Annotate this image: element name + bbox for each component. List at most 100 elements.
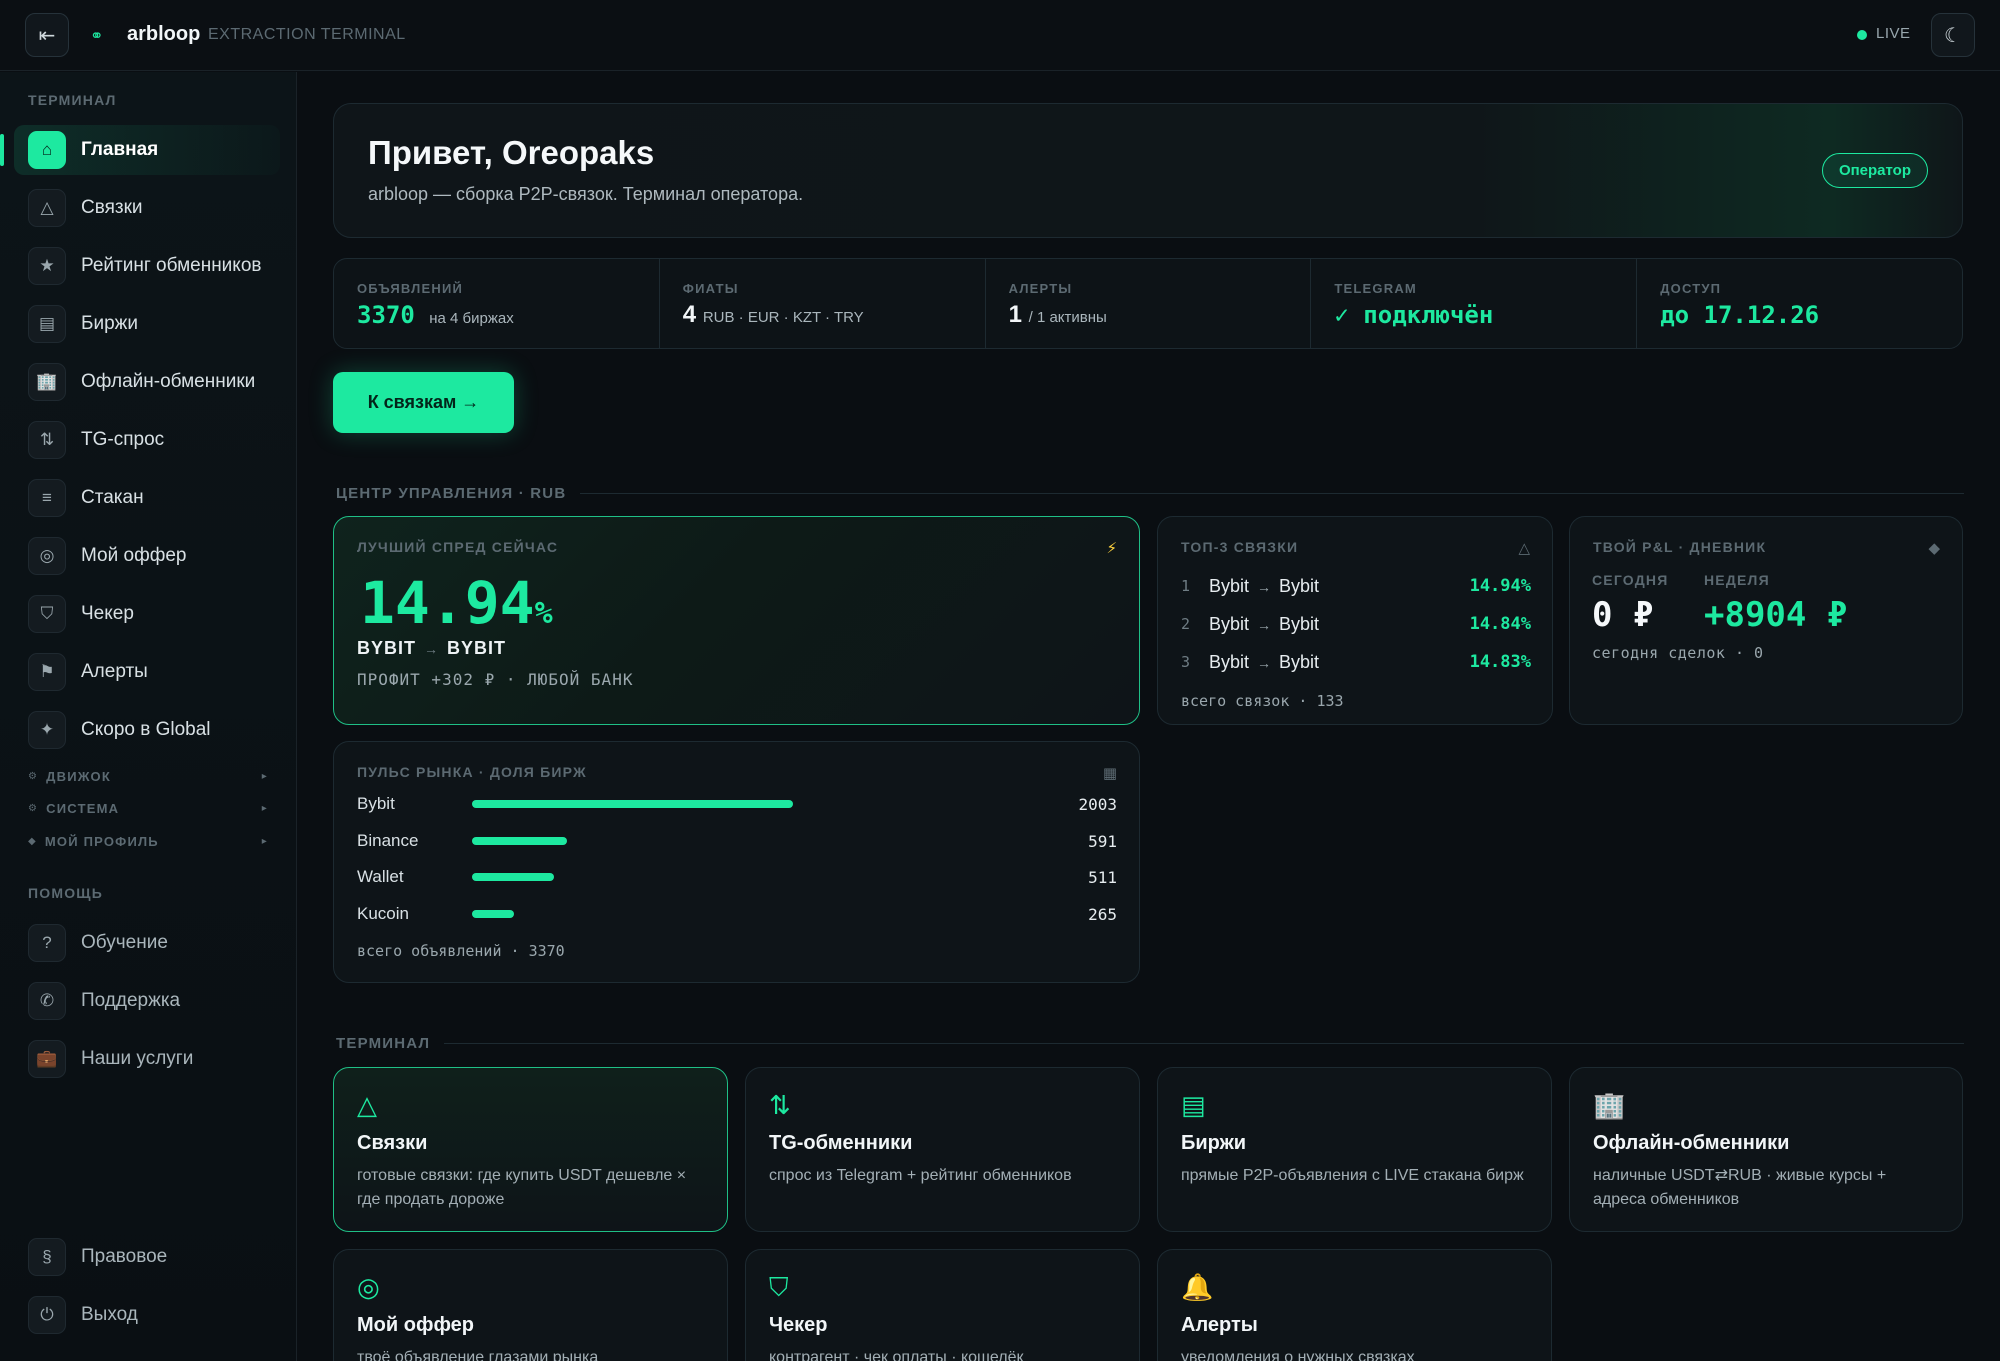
top3-row[interactable]: 1 Bybit → Bybit 14.94%: [1181, 574, 1531, 598]
role-badge: Оператор: [1821, 153, 1928, 188]
card-label: ТВОЙ P&L · ДНЕВНИК: [1593, 539, 1767, 555]
stat-note: / 1 активны: [1028, 309, 1107, 326]
tile-title: Связки: [357, 1132, 428, 1154]
sidebar-item-tg-demand[interactable]: ⇅ TG-спрос: [14, 415, 280, 465]
logo-icon: ⚭: [90, 28, 104, 45]
target-icon: ◎: [357, 1272, 380, 1302]
pulse-bar: [472, 837, 567, 845]
live-indicator-dot: [1857, 30, 1867, 40]
greeting-title: Привет, Oreopaks: [368, 134, 655, 171]
shield-icon: ⛉: [28, 595, 66, 633]
lightning-icon: ⚡: [1106, 540, 1117, 557]
live-indicator-label: LIVE: [1876, 25, 1911, 42]
moon-icon: ☾: [1944, 24, 1962, 47]
section-title-text: ТЕРМИНАЛ: [336, 1035, 431, 1052]
triangle-icon: △: [1518, 540, 1530, 557]
sidebar-item-tutorial[interactable]: ? Обучение: [14, 918, 280, 968]
sidebar-item-global[interactable]: ✦ Скоро в Global: [14, 705, 280, 755]
sidebar-section-help: ПОМОЩЬ: [28, 885, 104, 901]
section-title-text: ЦЕНТР УПРАВЛЕНИЯ · RUB: [336, 485, 567, 502]
pnl-deals-count: сегодня сделок · 0: [1592, 644, 1764, 662]
stat-fiats: ФИАТЫ 4 RUB · EUR · KZT · TRY: [660, 259, 986, 348]
stat-access: ДОСТУП до 17.12.26: [1637, 259, 1962, 348]
sidebar-item-label: Биржи: [81, 313, 138, 334]
brand-subtitle: EXTRACTION TERMINAL: [208, 26, 406, 43]
stats-strip: ОБЪЯВЛЕНИЙ 3370 на 4 биржах ФИАТЫ 4 RUB …: [333, 258, 1963, 349]
best-spread-value: 14.94%: [360, 569, 553, 637]
sidebar-item-exchanger-rating[interactable]: ★ Рейтинг обменников: [14, 241, 280, 291]
sidebar-item-label: Офлайн-обменники: [81, 371, 256, 392]
sidebar-item-alerts[interactable]: ⚑ Алерты: [14, 647, 280, 697]
lines-icon: ≡: [28, 479, 66, 517]
pnl-diary-card[interactable]: ТВОЙ P&L · ДНЕВНИК ◆ СЕГОДНЯ НЕДЕЛЯ 0 ₽ …: [1569, 516, 1963, 725]
sidebar-section-terminal: ТЕРМИНАЛ: [28, 92, 117, 108]
tile-title: Чекер: [769, 1314, 828, 1336]
stat-value: до 17.12.26: [1660, 301, 1820, 329]
best-spread-card[interactable]: ЛУЧШИЙ СПРЕД СЕЙЧАС ⚡ 14.94% BYBIT → BYBIT…: [333, 516, 1140, 725]
sidebar-item-support[interactable]: ✆ Поддержка: [14, 976, 280, 1026]
sidebar-item-bundles[interactable]: △ Связки: [14, 183, 280, 233]
tile-checker[interactable]: ⛉ Чекер контрагент · чек оплаты · кошелё…: [745, 1249, 1140, 1361]
divider: [444, 1043, 1964, 1044]
sidebar-item-label: Поддержка: [81, 990, 181, 1011]
sidebar-item-label: Обучение: [81, 932, 168, 953]
chevron-right-icon: ▸: [261, 802, 268, 814]
stat-value: ✓ подключён: [1334, 301, 1494, 329]
sidebar-item-exchanges[interactable]: ▤ Биржи: [14, 299, 280, 349]
top3-row[interactable]: 2 Bybit → Bybit 14.84%: [1181, 612, 1531, 636]
tile-title: TG-обменники: [769, 1132, 913, 1154]
brand-name: arbloop: [127, 23, 201, 45]
top-bar: ⇤ ⚭ arbloop EXTRACTION TERMINAL LIVE ☾: [0, 0, 2000, 71]
market-pulse-card[interactable]: ПУЛЬС РЫНКА · ДОЛЯ БИРЖ ▦ Bybit 2003 Bin…: [333, 741, 1140, 983]
bell-icon: 🔔: [1181, 1272, 1214, 1302]
shield-icon: ⛉: [769, 1272, 789, 1302]
control-center-title: ЦЕНТР УПРАВЛЕНИЯ · RUB: [336, 485, 1964, 502]
diamond-icon: ◆: [28, 835, 37, 847]
stat-listings: ОБЪЯВЛЕНИЙ 3370 на 4 биржах: [334, 259, 660, 348]
stat-note: RUB · EUR · KZT · TRY: [702, 309, 864, 326]
sidebar-item-checker[interactable]: ⛉ Чекер: [14, 589, 280, 639]
tile-offline-exchangers[interactable]: 🏢 Офлайн-обменники наличные USDT⇄RUB · ж…: [1569, 1067, 1963, 1232]
star-icon: ★: [28, 247, 66, 285]
sidebar-group-system[interactable]: ⚙ СИСТЕМА ▸: [28, 798, 268, 818]
diamond-icon: ◆: [1928, 540, 1940, 557]
tile-exchanges[interactable]: ▤ Биржи прямые P2P-объявления с LIVE ста…: [1157, 1067, 1552, 1232]
target-icon: ◎: [28, 537, 66, 575]
list-icon: ▤: [1181, 1090, 1206, 1120]
tile-description: готовые связки: где купить USDT дешевле …: [357, 1167, 687, 1208]
tile-tg-exchangers[interactable]: ⇅ TG-обменники спрос из Telegram + рейти…: [745, 1067, 1140, 1232]
top3-row[interactable]: 3 Bybit → Bybit 14.83%: [1181, 650, 1531, 674]
chevron-right-icon: ▸: [261, 835, 268, 847]
stat-note: на 4 биржах: [429, 310, 514, 327]
tile-title: Алерты: [1181, 1314, 1258, 1336]
list-icon: ▤: [28, 305, 66, 343]
theme-toggle-button[interactable]: ☾: [1931, 13, 1975, 57]
tile-alerts[interactable]: 🔔 Алерты уведомления о нужных связках: [1157, 1249, 1552, 1361]
card-label: ЛУЧШИЙ СПРЕД СЕЙЧАС: [357, 539, 559, 555]
sidebar-item-home[interactable]: ⌂ Главная: [0, 125, 280, 175]
building-icon: 🏢: [1593, 1090, 1626, 1120]
pnl-week-value: +8904 ₽: [1704, 595, 1848, 635]
stat-telegram: TELEGRAM ✓ подключён: [1311, 259, 1638, 348]
tile-description: твоё объявление глазами рынка: [357, 1349, 599, 1361]
sidebar-item-legal[interactable]: § Правовое: [14, 1232, 280, 1282]
sidebar-item-offline-exchangers[interactable]: 🏢 Офлайн-обменники: [14, 357, 280, 407]
sidebar-group-my-profile[interactable]: ◆ МОЙ ПРОФИЛЬ ▸: [28, 831, 268, 851]
collapse-sidebar-button[interactable]: ⇤: [25, 13, 69, 57]
sidebar-item-logout[interactable]: ⏻ Выход: [14, 1290, 280, 1340]
go-to-bundles-button[interactable]: К связкам →: [333, 372, 514, 433]
tile-title: Мой оффер: [357, 1314, 475, 1336]
sidebar-item-orderbook[interactable]: ≡ Стакан: [14, 473, 280, 523]
sidebar-group-engine[interactable]: ⚙ ДВИЖОК ▸: [28, 766, 268, 786]
sidebar-item-label: Выход: [81, 1304, 138, 1325]
pulse-bar: [472, 910, 515, 918]
tile-my-offer[interactable]: ◎ Мой оффер твоё объявление глазами рынк…: [333, 1249, 728, 1361]
top3-bundles-card[interactable]: ТОП-3 СВЯЗКИ △ 1 Bybit → Bybit 14.94% 2 By…: [1157, 516, 1553, 725]
tile-bundles[interactable]: △ Связки готовые связки: где купить USDT…: [333, 1067, 728, 1232]
sidebar-item-label: Связки: [81, 197, 143, 218]
sidebar-item-label: Мой оффер: [81, 545, 187, 566]
sidebar-item-my-offer[interactable]: ◎ Мой оффер: [14, 531, 280, 581]
triangle-icon: △: [357, 1090, 377, 1120]
sidebar-item-label: Главная: [81, 139, 159, 160]
sidebar-item-services[interactable]: 💼 Наши услуги: [14, 1034, 280, 1084]
